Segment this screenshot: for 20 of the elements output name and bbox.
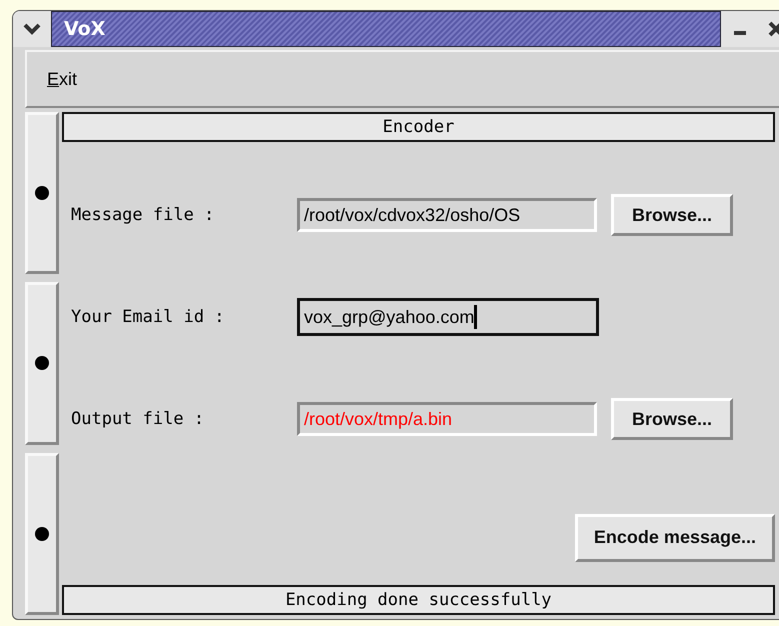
minimize-icon bbox=[734, 31, 746, 35]
browse-button[interactable]: Browse... bbox=[611, 398, 734, 440]
dot-icon bbox=[35, 526, 49, 541]
dot-icon bbox=[35, 356, 49, 370]
pane-handle[interactable] bbox=[25, 282, 59, 445]
encode-button[interactable]: Encode message... bbox=[574, 514, 775, 562]
field-label: Output file : bbox=[70, 409, 206, 429]
field-label: Message file : bbox=[70, 205, 216, 225]
dot-icon bbox=[35, 186, 49, 200]
browse-button[interactable]: Browse... bbox=[611, 194, 734, 236]
status-bar: Encoding done successfully bbox=[62, 585, 775, 615]
input-field[interactable]: vox_grp@yahoo.com bbox=[297, 298, 599, 336]
pane-handle[interactable] bbox=[25, 112, 59, 274]
window-title: VoX bbox=[51, 11, 721, 47]
input-field[interactable]: /root/vox/cdvox32/osho/OS bbox=[297, 198, 597, 232]
chevron-down-icon bbox=[23, 23, 41, 35]
field-label: Your Email id : bbox=[70, 307, 226, 327]
menu-item[interactable]: Exit bbox=[43, 66, 82, 92]
pane-handle[interactable] bbox=[25, 452, 59, 615]
section-header: Encoder bbox=[62, 112, 775, 142]
